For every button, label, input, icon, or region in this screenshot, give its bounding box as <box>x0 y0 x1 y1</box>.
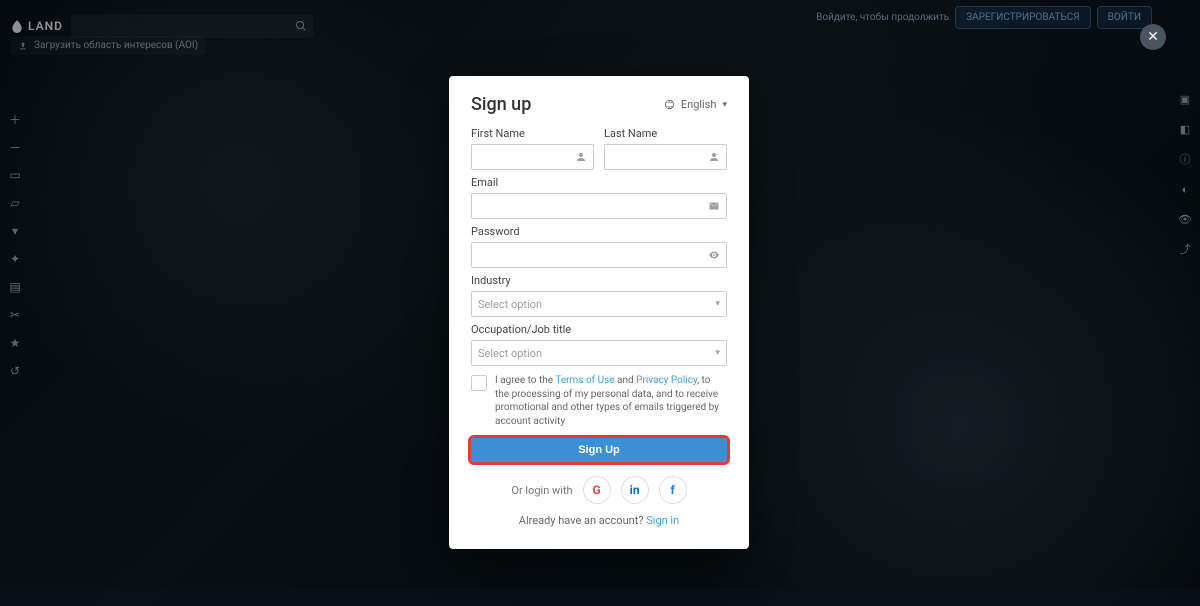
modal-title: Sign up <box>471 94 531 115</box>
signin-link[interactable]: Sign in <box>646 514 679 527</box>
close-icon: ✕ <box>1147 30 1159 44</box>
signin-hint: Войдите, чтобы продолжить <box>816 12 949 23</box>
share-tool[interactable]: ⤴ <box>1176 240 1194 258</box>
draw-tool[interactable]: ✦ <box>6 250 24 268</box>
agree-checkbox[interactable] <box>471 375 487 391</box>
status-bar <box>0 588 1200 606</box>
zoom-out-button[interactable]: － <box>6 138 24 156</box>
upload-icon <box>18 41 28 51</box>
polygon-tool[interactable]: ▱ <box>6 194 24 212</box>
chevron-down-icon: ▾ <box>715 348 720 358</box>
person-icon <box>575 151 587 163</box>
layers-tool[interactable]: ▤ <box>6 278 24 296</box>
agree-text: I agree to the Terms of Use and Privacy … <box>495 374 727 428</box>
compare-tool[interactable]: ◧ <box>1176 120 1194 138</box>
occupation-placeholder: Select option <box>478 347 542 360</box>
close-button[interactable]: ✕ <box>1140 24 1166 50</box>
history-tool[interactable]: ↺ <box>6 362 24 380</box>
brand-logo[interactable]: LAND <box>10 19 63 33</box>
language-selector[interactable]: English ▾ <box>664 98 727 111</box>
facebook-login-button[interactable]: f <box>659 476 687 504</box>
upload-aoi-label: Загрузить область интересов (AOI) <box>34 40 198 51</box>
industry-label: Industry <box>471 274 727 287</box>
person-icon <box>708 151 720 163</box>
cut-tool[interactable]: ✂ <box>6 306 24 324</box>
zoom-in-button[interactable]: ＋ <box>6 110 24 128</box>
industry-select[interactable]: Select option ▾ <box>471 291 727 317</box>
occupation-select[interactable]: Select option ▾ <box>471 340 727 366</box>
image-tool[interactable]: ▣ <box>1176 90 1194 108</box>
upload-aoi-button[interactable]: Загрузить область интересов (AOI) <box>10 36 206 55</box>
password-input[interactable] <box>471 242 727 268</box>
top-right-actions: Войдите, чтобы продолжить ЗАРЕГИСТРИРОВА… <box>816 6 1152 29</box>
globe-icon <box>664 99 675 110</box>
left-toolbar: ＋ － ▭ ▱ ▾ ✦ ▤ ✂ ★ ↺ <box>6 110 24 380</box>
info-tool[interactable]: ⓘ <box>1176 150 1194 168</box>
envelope-icon <box>708 200 720 212</box>
privacy-link[interactable]: Privacy Policy <box>636 375 697 386</box>
agree-and: and <box>615 375 637 386</box>
industry-placeholder: Select option <box>478 298 542 311</box>
eye-tool[interactable]: 👁 <box>1176 210 1194 228</box>
register-button[interactable]: ЗАРЕГИСТРИРОВАТЬСЯ <box>955 6 1090 29</box>
linkedin-login-button[interactable]: in <box>621 476 649 504</box>
terms-link[interactable]: Terms of Use <box>555 375 614 386</box>
chevron-down-icon: ▾ <box>722 100 727 110</box>
right-toolbar: ▣ ◧ ⓘ ◐ 👁 ⤴ <box>1176 90 1194 258</box>
password-label: Password <box>471 225 727 238</box>
signup-button[interactable]: Sign Up <box>471 438 727 462</box>
google-login-button[interactable]: G <box>583 476 611 504</box>
signup-modal: Sign up English ▾ First Name Last Name <box>449 76 749 549</box>
search-input[interactable] <box>71 14 313 38</box>
email-input[interactable] <box>471 193 727 219</box>
last-name-label: Last Name <box>604 127 727 140</box>
occupation-label: Occupation/Job title <box>471 323 727 336</box>
eye-icon[interactable] <box>708 249 720 261</box>
email-label: Email <box>471 176 727 189</box>
language-label: English <box>681 98 717 111</box>
leaf-icon <box>10 19 24 33</box>
first-name-input[interactable] <box>471 144 594 170</box>
last-name-input[interactable] <box>604 144 727 170</box>
agree-prefix: I agree to the <box>495 375 555 386</box>
contrast-tool[interactable]: ◐ <box>1176 180 1194 198</box>
bookmark-tool[interactable]: ★ <box>6 334 24 352</box>
or-login-label: Or login with <box>511 484 572 497</box>
first-name-label: First Name <box>471 127 594 140</box>
status-item <box>14 592 16 602</box>
already-label: Already have an account? <box>519 514 644 527</box>
rectangle-tool[interactable]: ▭ <box>6 166 24 184</box>
brand-text: LAND <box>28 19 63 33</box>
chevron-down-icon: ▾ <box>715 299 720 309</box>
signin-button[interactable]: ВОЙТИ <box>1097 6 1152 29</box>
marker-tool[interactable]: ▾ <box>6 222 24 240</box>
search-icon <box>295 20 307 32</box>
